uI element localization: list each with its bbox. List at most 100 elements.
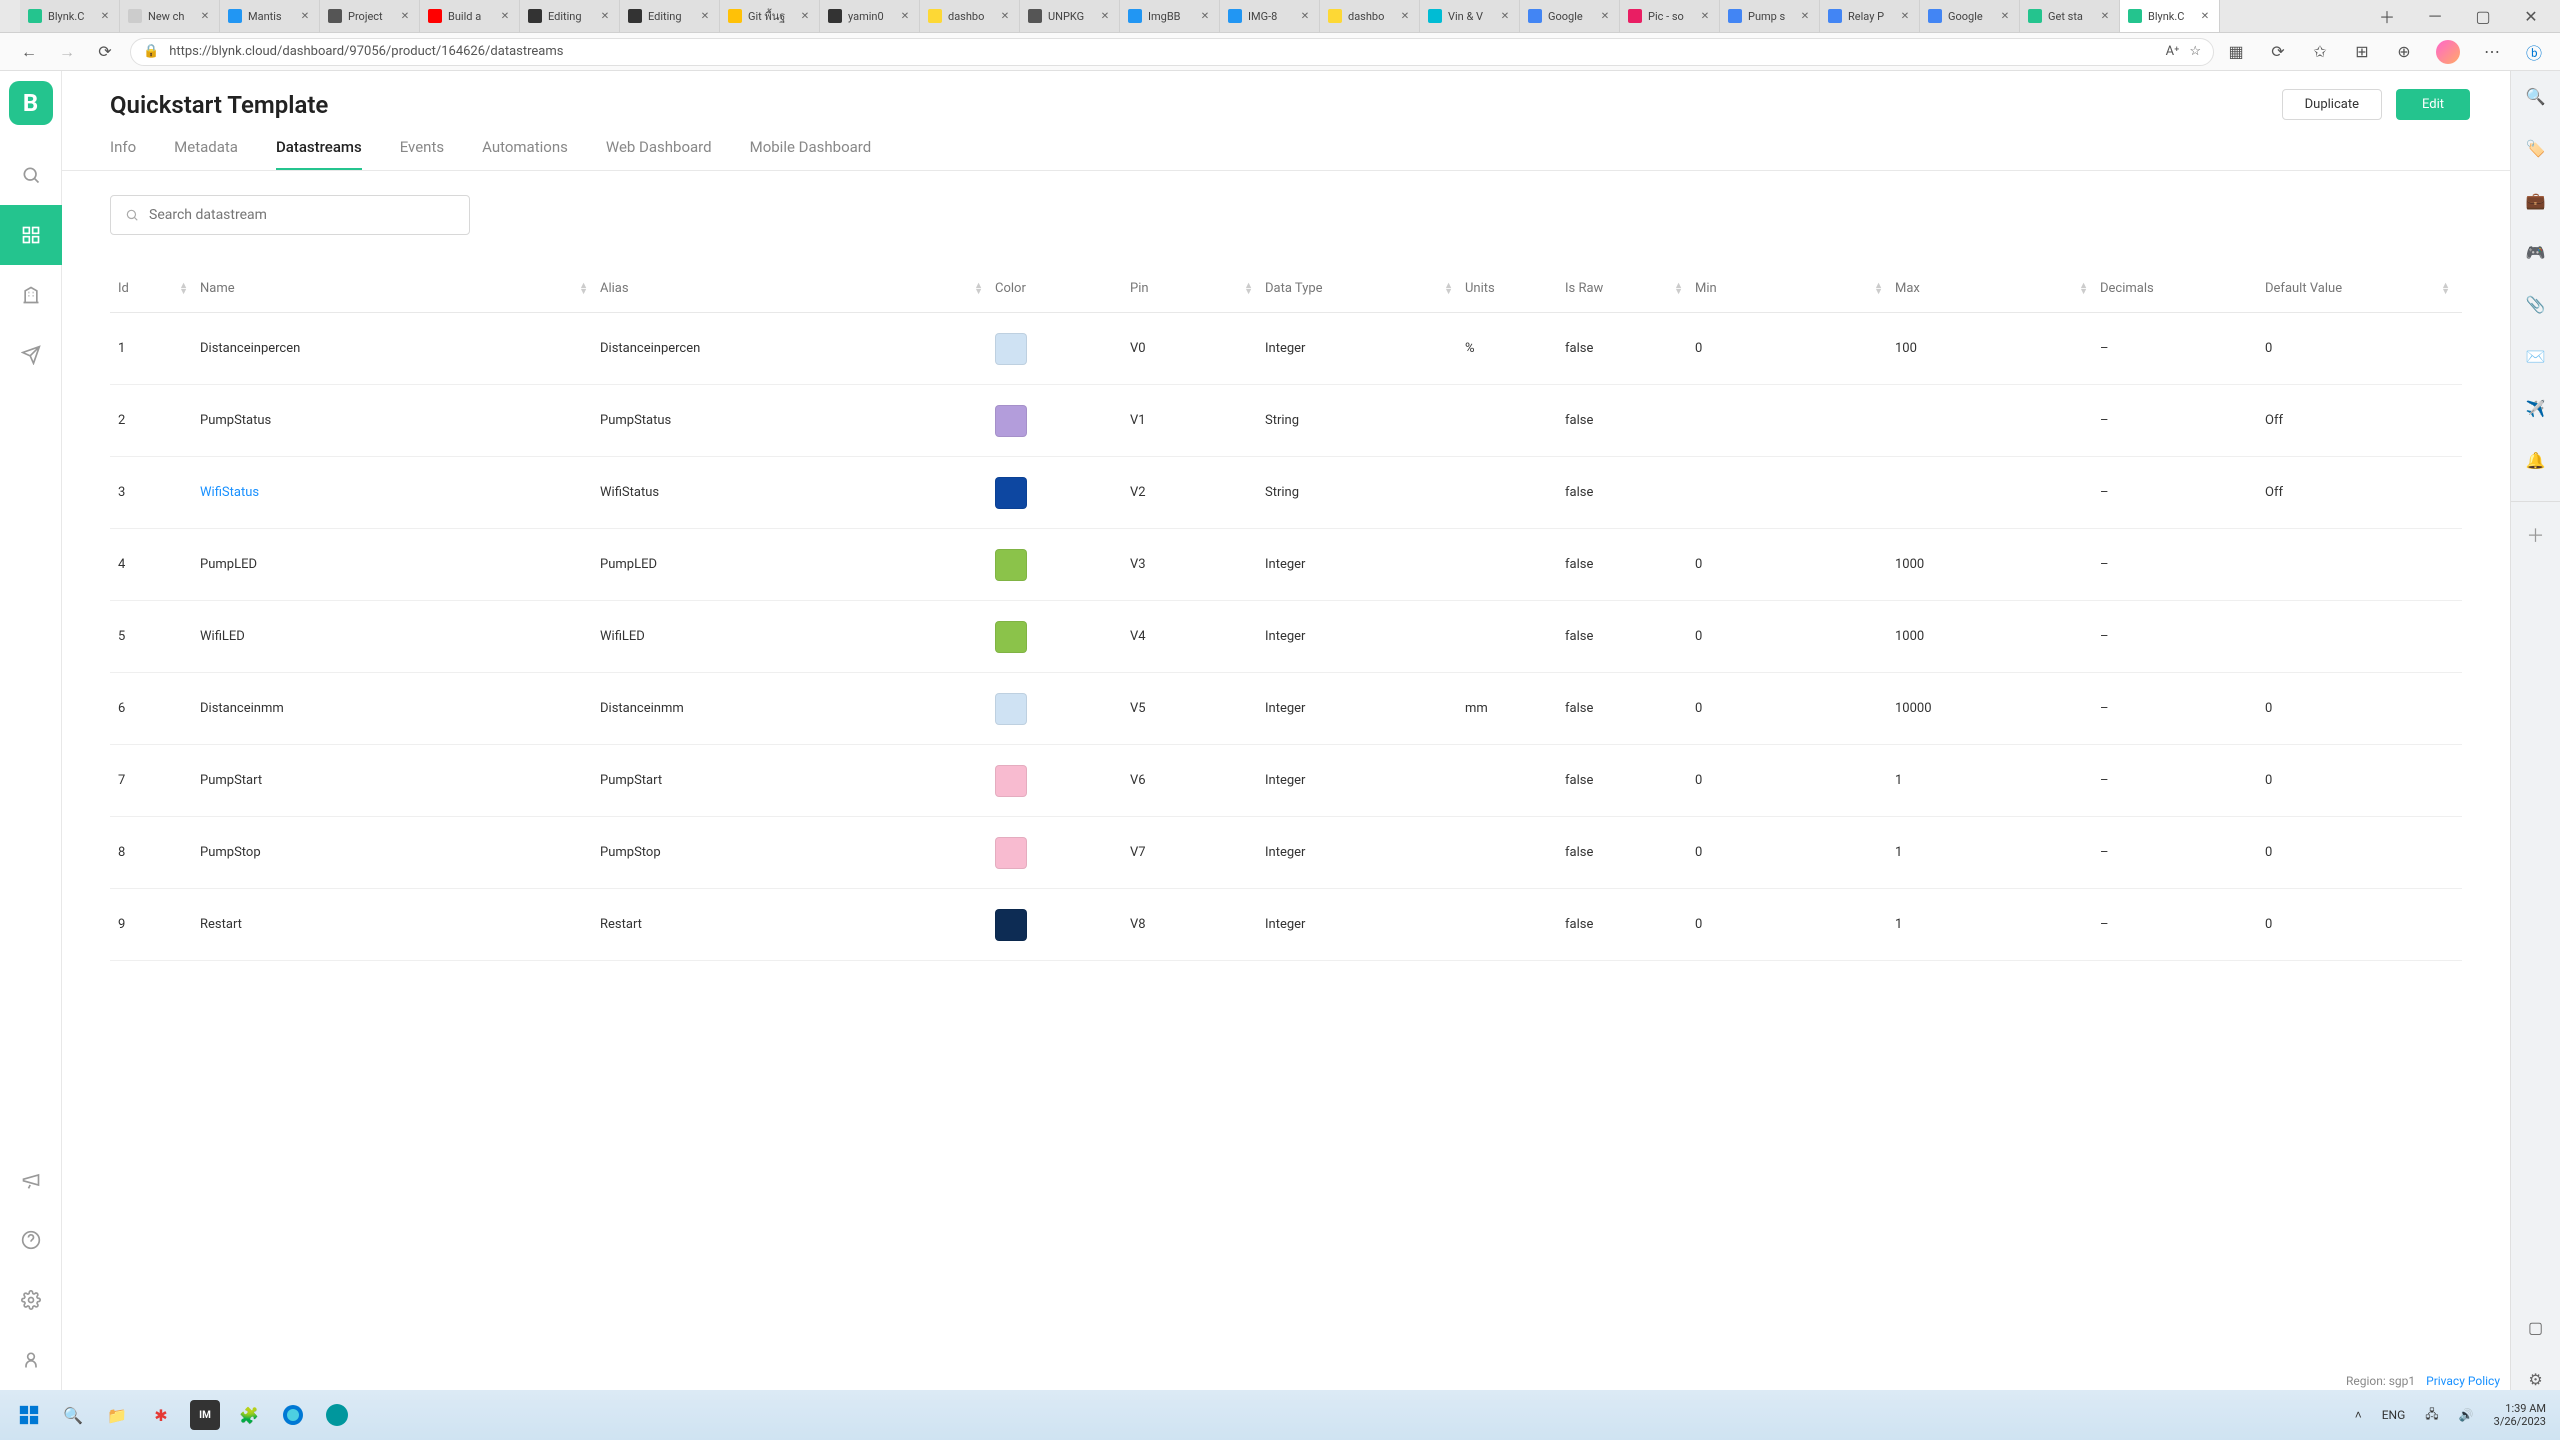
tab-close-icon[interactable]: ✕ xyxy=(1499,10,1511,22)
templates-icon[interactable] xyxy=(0,205,62,265)
col-max[interactable]: Max xyxy=(1895,281,1920,296)
browser-tab[interactable]: Mantis ✕ xyxy=(220,0,320,32)
browser-tab[interactable]: Git พื้นฐ ✕ xyxy=(720,0,820,32)
collections-icon[interactable]: ⊕ xyxy=(2394,42,2414,62)
browser-tab[interactable]: Blynk.C ✕ xyxy=(2120,0,2220,32)
table-row[interactable]: 6 Distanceinmm Distanceinmm V5 Integer m… xyxy=(110,673,2462,745)
tab-automations[interactable]: Automations xyxy=(482,138,568,170)
browser-tab[interactable]: Relay P ✕ xyxy=(1820,0,1920,32)
tab-close-icon[interactable]: ✕ xyxy=(1699,10,1711,22)
profile-avatar[interactable] xyxy=(2436,40,2460,64)
settings-icon[interactable] xyxy=(0,1270,62,1330)
table-row[interactable]: 4 PumpLED PumpLED V3 Integer false 0 100… xyxy=(110,529,2462,601)
edit-button[interactable]: Edit xyxy=(2396,89,2470,120)
tab-close-icon[interactable]: ✕ xyxy=(1999,10,2011,22)
start-button[interactable] xyxy=(14,1400,44,1430)
tab-close-icon[interactable]: ✕ xyxy=(1899,10,1911,22)
browser-tab[interactable]: Blynk.C ✕ xyxy=(20,0,120,32)
tray-network-icon[interactable]: 🖧 xyxy=(2425,1405,2438,1426)
tab-close-icon[interactable]: ✕ xyxy=(899,10,911,22)
tab-close-icon[interactable]: ✕ xyxy=(999,10,1011,22)
tab-close-icon[interactable]: ✕ xyxy=(1099,10,1111,22)
tab-mobile-dashboard[interactable]: Mobile Dashboard xyxy=(750,138,872,170)
tab-close-icon[interactable]: ✕ xyxy=(399,10,411,22)
refresh-button[interactable]: ⟳ xyxy=(92,39,118,65)
table-row[interactable]: 1 Distanceinpercen Distanceinpercen V0 I… xyxy=(110,313,2462,385)
col-min[interactable]: Min xyxy=(1695,281,1717,296)
col-decimals[interactable]: Decimals xyxy=(2100,281,2154,296)
tab-close-icon[interactable]: ✕ xyxy=(1399,10,1411,22)
duplicate-button[interactable]: Duplicate xyxy=(2282,89,2382,120)
browser-tab[interactable]: dashbo ✕ xyxy=(920,0,1020,32)
sr-tools-icon[interactable]: 💼 xyxy=(2525,189,2547,211)
extension-icon[interactable]: ▦ xyxy=(2226,42,2246,62)
tab-events[interactable]: Events xyxy=(400,138,444,170)
new-tab-button[interactable]: ＋ xyxy=(2378,7,2396,25)
sr-search-icon[interactable]: 🔍 xyxy=(2525,85,2547,107)
browser-tab[interactable]: Pump s ✕ xyxy=(1720,0,1820,32)
sr-outlook-icon[interactable]: ✉️ xyxy=(2525,345,2547,367)
col-alias[interactable]: Alias xyxy=(600,281,629,296)
menu-icon[interactable]: ⋯ xyxy=(2482,42,2502,62)
read-aloud-icon[interactable]: A⁺ xyxy=(2166,44,2180,59)
tab-close-icon[interactable]: ✕ xyxy=(2099,10,2111,22)
table-row[interactable]: 5 WifiLED WifiLED V4 Integer false 0 100… xyxy=(110,601,2462,673)
browser-tab[interactable]: Editing ✕ xyxy=(520,0,620,32)
sr-plane-icon[interactable]: ✈️ xyxy=(2525,397,2547,419)
app-icon-3[interactable]: 🧩 xyxy=(234,1400,264,1430)
sr-shopping-icon[interactable]: 🏷️ xyxy=(2525,137,2547,159)
announce-icon[interactable] xyxy=(0,1150,62,1210)
tab-close-icon[interactable]: ✕ xyxy=(2199,10,2211,22)
col-units[interactable]: Units xyxy=(1465,281,1495,296)
favorite-icon[interactable]: ☆ xyxy=(2189,44,2201,59)
browser-tab[interactable]: Google ✕ xyxy=(1520,0,1620,32)
browser-tab[interactable]: UNPKG ✕ xyxy=(1020,0,1120,32)
browser-tab[interactable]: dashbo ✕ xyxy=(1320,0,1420,32)
browser-tab[interactable]: Get sta ✕ xyxy=(2020,0,2120,32)
app-icon-2[interactable]: IM xyxy=(190,1400,220,1430)
tab-close-icon[interactable]: ✕ xyxy=(1599,10,1611,22)
tab-info[interactable]: Info xyxy=(110,138,136,170)
arduino-icon[interactable] xyxy=(322,1400,352,1430)
privacy-link[interactable]: Privacy Policy xyxy=(2426,1374,2500,1388)
col-raw[interactable]: Is Raw xyxy=(1565,281,1603,296)
url-box[interactable]: 🔒 https://blynk.cloud/dashboard/97056/pr… xyxy=(130,38,2214,66)
tab-close-icon[interactable]: ✕ xyxy=(1299,10,1311,22)
tab-close-icon[interactable]: ✕ xyxy=(199,10,211,22)
bing-chat-icon[interactable]: ⓑ xyxy=(2524,42,2544,62)
browser-tab[interactable]: Vin & V ✕ xyxy=(1420,0,1520,32)
col-id[interactable]: Id xyxy=(118,281,129,296)
explorer-icon[interactable]: 📁 xyxy=(102,1400,132,1430)
col-name[interactable]: Name xyxy=(200,281,235,296)
browser-tab[interactable]: New ch ✕ xyxy=(120,0,220,32)
help-icon[interactable] xyxy=(0,1210,62,1270)
browser-tab[interactable]: Build a ✕ xyxy=(420,0,520,32)
tray-chevron-icon[interactable]: ˄ xyxy=(2355,1408,2362,1422)
back-button[interactable]: ← xyxy=(16,39,42,65)
col-type[interactable]: Data Type xyxy=(1265,281,1323,296)
app-logo[interactable]: B xyxy=(9,81,53,125)
browser-tab[interactable]: ImgBB ✕ xyxy=(1120,0,1220,32)
col-default[interactable]: Default Value xyxy=(2265,281,2342,296)
sync-icon[interactable]: ⟳ xyxy=(2268,42,2288,62)
tab-close-icon[interactable]: ✕ xyxy=(1199,10,1211,22)
tab-close-icon[interactable]: ✕ xyxy=(499,10,511,22)
tab-close-icon[interactable]: ✕ xyxy=(599,10,611,22)
maximize-button[interactable]: ▢ xyxy=(2474,7,2492,25)
messages-icon[interactable] xyxy=(0,325,62,385)
minimize-button[interactable]: ─ xyxy=(2426,7,2444,25)
sr-office-icon[interactable]: 📎 xyxy=(2525,293,2547,315)
tab-close-icon[interactable]: ✕ xyxy=(699,10,711,22)
tab-datastreams[interactable]: Datastreams xyxy=(276,138,362,170)
table-row[interactable]: 2 PumpStatus PumpStatus V1 String false … xyxy=(110,385,2462,457)
forward-button[interactable]: → xyxy=(54,39,80,65)
sr-settings-icon[interactable]: ⚙ xyxy=(2525,1368,2547,1390)
tab-close-icon[interactable]: ✕ xyxy=(99,10,111,22)
close-window-button[interactable]: ✕ xyxy=(2522,7,2540,25)
col-pin[interactable]: Pin xyxy=(1130,281,1149,296)
table-row[interactable]: 3 WifiStatus WifiStatus V2 String false … xyxy=(110,457,2462,529)
tray-lang[interactable]: ENG xyxy=(2382,1408,2406,1422)
sr-bell-icon[interactable]: 🔔 xyxy=(2525,449,2547,471)
tab-close-icon[interactable]: ✕ xyxy=(1799,10,1811,22)
table-row[interactable]: 7 PumpStart PumpStart V6 Integer false 0… xyxy=(110,745,2462,817)
